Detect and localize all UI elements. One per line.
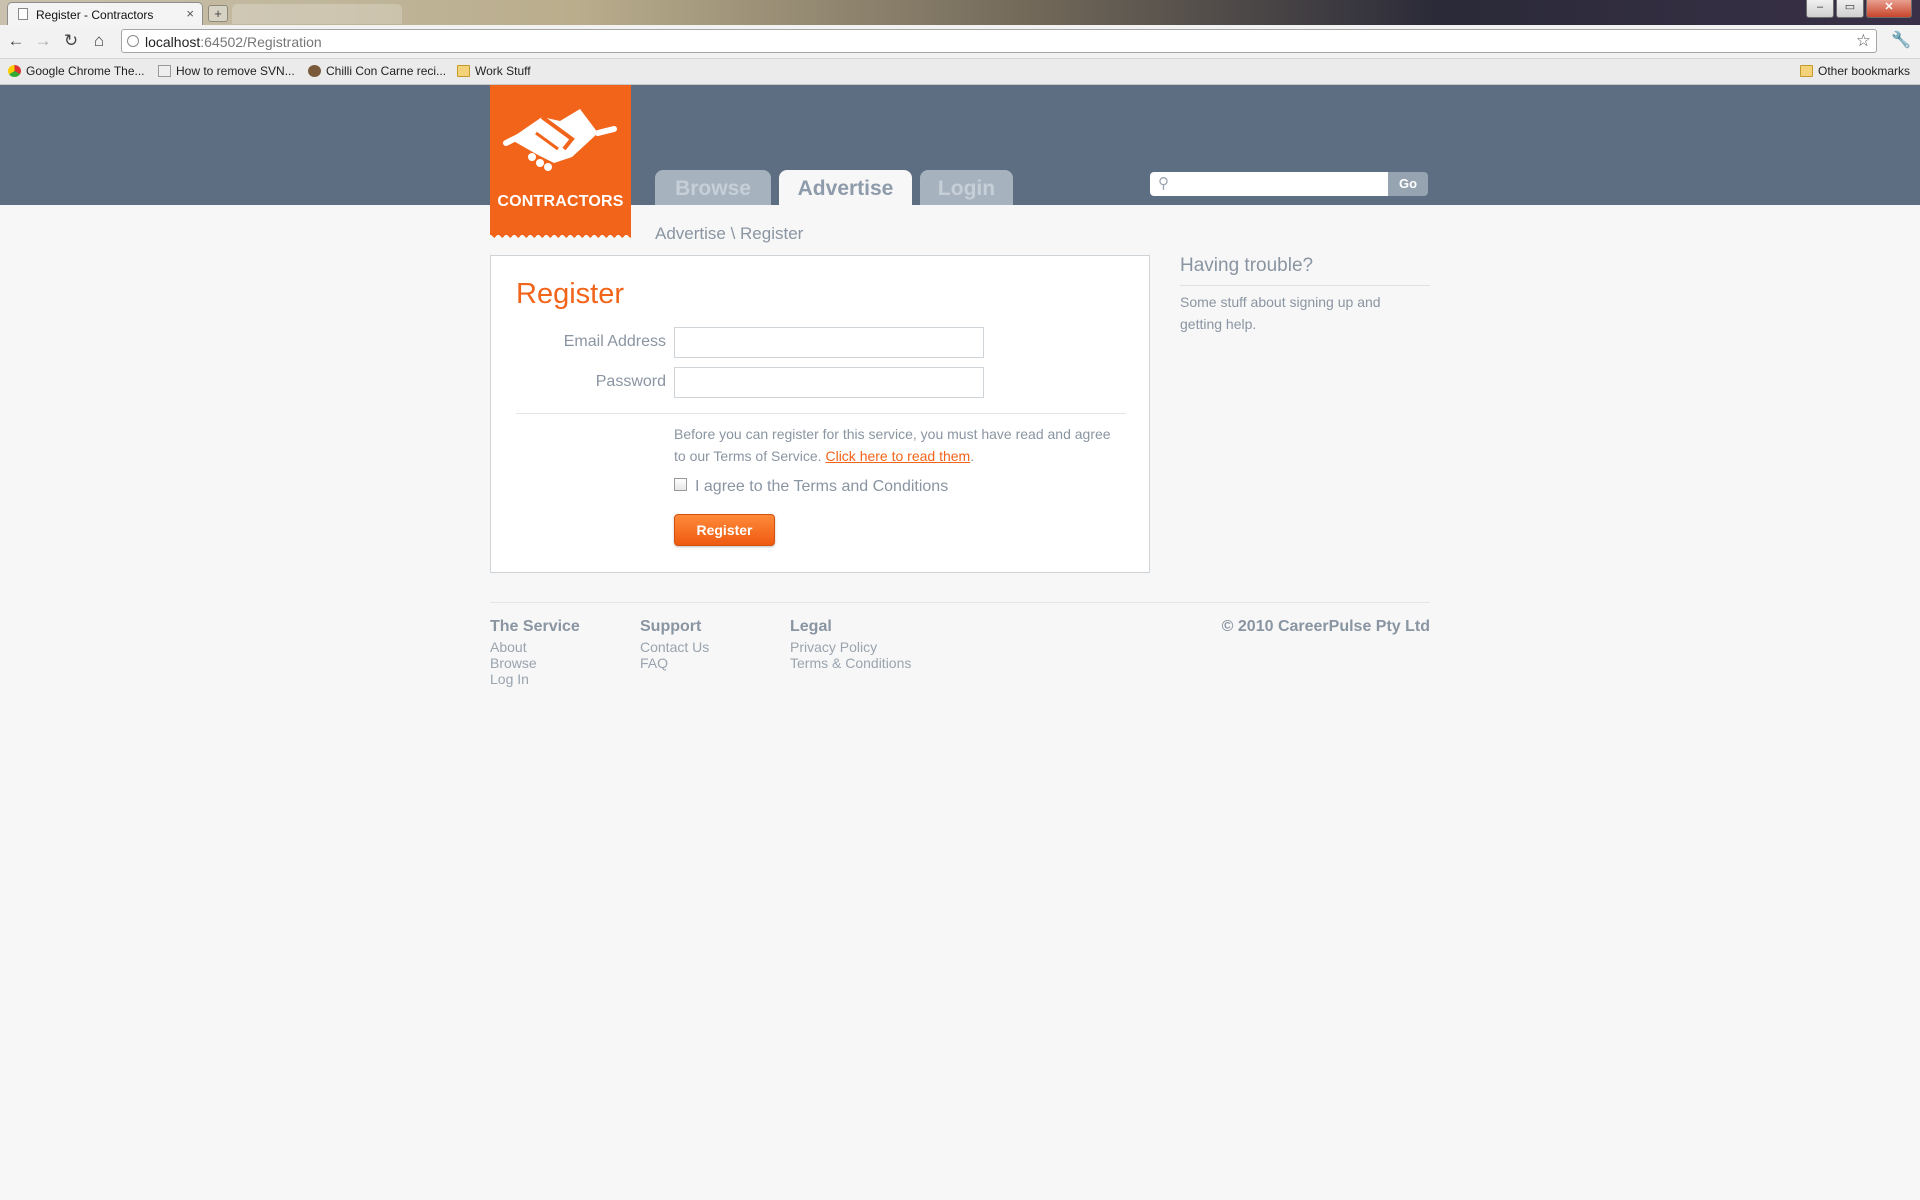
footer-link-privacy[interactable]: Privacy Policy — [790, 639, 911, 655]
footer-link-browse[interactable]: Browse — [490, 655, 580, 671]
email-label: Email Address — [563, 333, 666, 350]
site-logo[interactable]: CONTRACTORS — [490, 85, 631, 242]
handshake-icon — [503, 109, 617, 171]
search-input[interactable] — [1176, 174, 1385, 194]
document-icon — [158, 65, 171, 77]
window-titlebar: Register - Contractors × + ‒ ▭ ✕ — [0, 0, 1920, 25]
search-go-button[interactable]: Go — [1388, 172, 1428, 196]
bookmarks-bar: Google Chrome The... How to remove SVN..… — [0, 59, 1920, 85]
home-icon[interactable]: ⌂ — [87, 30, 111, 52]
footer-heading: Support — [640, 618, 702, 635]
other-bookmarks-folder[interactable]: Other bookmarks — [1800, 64, 1910, 78]
browser-tab[interactable]: Register - Contractors × — [7, 2, 203, 25]
folder-icon — [457, 65, 470, 77]
terms-link[interactable]: Click here to read them — [825, 448, 970, 464]
page-icon — [18, 8, 28, 20]
terms-notice: Before you can register for this service… — [674, 426, 1111, 464]
address-bar[interactable]: localhost:64502/Registration ☆ — [121, 29, 1877, 53]
url-text[interactable]: localhost:64502/Registration — [145, 34, 322, 50]
bookmark-item[interactable]: Google Chrome The... — [8, 64, 145, 78]
folder-icon — [1800, 65, 1813, 77]
email-field[interactable] — [674, 327, 984, 358]
footer-column-service: The Service About Browse Log In — [490, 618, 580, 687]
logo-zigzag-edge — [490, 234, 631, 242]
footer-link-terms[interactable]: Terms & Conditions — [790, 655, 911, 671]
bookmark-item[interactable]: How to remove SVN... — [158, 64, 295, 78]
bookmark-star-icon[interactable]: ☆ — [1856, 31, 1871, 51]
agree-checkbox[interactable] — [674, 478, 687, 491]
background-tab[interactable] — [232, 4, 402, 24]
footer-column-support: Support Contact Us FAQ — [640, 618, 709, 671]
reload-icon[interactable]: ↻ — [59, 30, 83, 52]
tab-login[interactable]: Login — [920, 170, 1013, 205]
wrench-icon[interactable]: 🔧 — [1891, 30, 1911, 50]
window-controls: ‒ ▭ ✕ — [1806, 0, 1912, 18]
page-info-icon — [127, 35, 139, 47]
maximize-button[interactable]: ▭ — [1836, 0, 1864, 18]
forward-arrow-icon[interactable]: → — [31, 30, 55, 52]
register-button[interactable]: Register — [674, 514, 775, 546]
footer-link-contact[interactable]: Contact Us — [640, 639, 709, 655]
search-box: ⚲ — [1150, 172, 1388, 196]
new-tab-button[interactable]: + — [208, 5, 228, 22]
footer-heading: Legal — [790, 618, 832, 635]
register-panel: Register Email Address Password Before y… — [490, 255, 1150, 573]
bookmark-folder[interactable]: Work Stuff — [457, 64, 531, 78]
minimize-button[interactable]: ‒ — [1806, 0, 1834, 18]
breadcrumb: Advertise \ Register — [655, 224, 804, 243]
copyright: © 2010 CareerPulse Pty Ltd — [1221, 618, 1430, 635]
password-field[interactable] — [674, 367, 984, 398]
password-label: Password — [595, 373, 666, 390]
footer-column-legal: Legal Privacy Policy Terms & Conditions — [790, 618, 911, 671]
page-title: Register — [516, 278, 624, 310]
sidebar-title: Having trouble? — [1180, 255, 1430, 286]
search-icon: ⚲ — [1158, 175, 1169, 192]
close-window-button[interactable]: ✕ — [1866, 0, 1912, 18]
footer-link-faq[interactable]: FAQ — [640, 655, 709, 671]
back-arrow-icon[interactable]: ← — [4, 30, 28, 52]
footer-link-login[interactable]: Log In — [490, 671, 580, 687]
tab-advertise[interactable]: Advertise — [779, 170, 912, 205]
footer-heading: The Service — [490, 618, 580, 635]
footer-link-about[interactable]: About — [490, 639, 580, 655]
tab-close-icon[interactable]: × — [186, 6, 194, 21]
logo-text: CONTRACTORS — [497, 193, 624, 210]
agree-label[interactable]: I agree to the Terms and Conditions — [695, 478, 948, 496]
bookmark-item[interactable]: Chilli Con Carne reci... — [308, 64, 446, 78]
tab-title: Register - Contractors — [36, 8, 154, 22]
browser-toolbar: ← → ↻ ⌂ localhost:64502/Registration ☆ 🔧 — [0, 25, 1920, 59]
tab-browse[interactable]: Browse — [655, 170, 771, 205]
chilli-icon — [308, 65, 321, 77]
sidebar-text: Some stuff about signing up and getting … — [1180, 294, 1381, 332]
footer-divider — [490, 602, 1430, 603]
form-divider — [516, 413, 1126, 414]
chrome-icon — [8, 65, 21, 77]
